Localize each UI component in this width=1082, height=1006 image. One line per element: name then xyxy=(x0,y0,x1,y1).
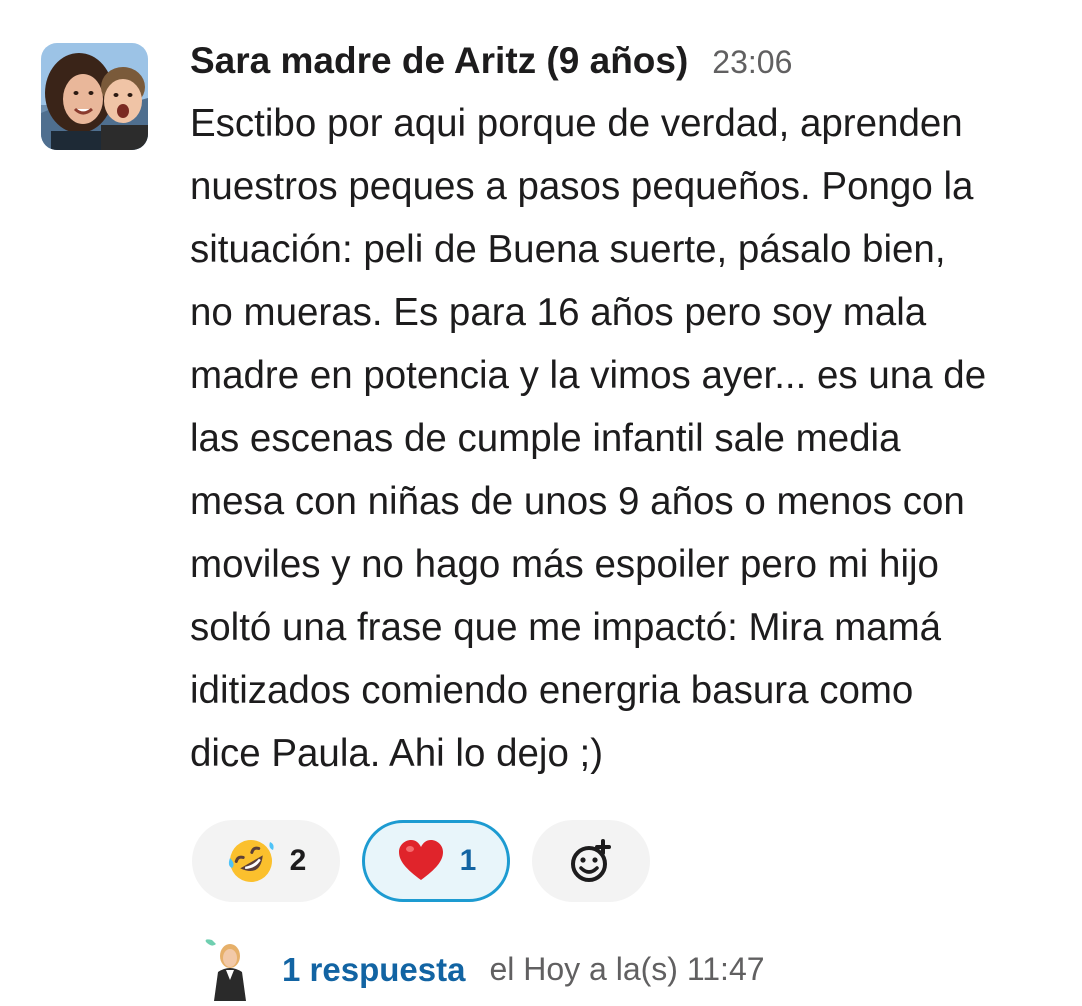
last-reply-time: el Hoy a la(s) 11:47 xyxy=(489,951,765,987)
message-line: las escenas de cumple infantil sale medi… xyxy=(190,417,901,460)
message-line: iditizados comiendo energria basura como xyxy=(190,669,914,712)
message-line: Esctibo por aqui porque de verdad, apren… xyxy=(190,102,963,145)
reply-count-link[interactable]: 1 respuesta xyxy=(282,951,465,989)
reactions-bar: 2 1 xyxy=(192,820,650,902)
thread-summary[interactable]: 1 respuesta el Hoy a la(s) 11:47 xyxy=(200,938,765,1001)
reply-avatar xyxy=(200,938,256,1001)
message-line: no mueras. Es para 16 años pero soy mala xyxy=(190,291,927,334)
reaction-rofl[interactable]: 2 xyxy=(192,820,340,902)
author-name[interactable]: Sara madre de Aritz (9 años) xyxy=(190,40,688,82)
message-line: soltó una frase que me impactó: Mira mam… xyxy=(190,606,942,649)
message: Sara madre de Aritz (9 años) 23:06 Escti… xyxy=(0,0,1082,1001)
message-line: nuestros peques a pasos pequeños. Pongo … xyxy=(190,165,974,208)
add-reaction-icon xyxy=(566,836,616,886)
message-line: moviles y no hago más espoiler pero mi h… xyxy=(190,543,939,586)
message-line: mesa con niñas de unos 9 años o menos co… xyxy=(190,480,965,523)
avatar-photo xyxy=(41,43,148,150)
rolling-on-floor-laughing-icon xyxy=(226,836,276,886)
message-header: Sara madre de Aritz (9 años) 23:06 xyxy=(190,40,792,90)
reaction-count: 2 xyxy=(289,844,307,877)
message-line: situación: peli de Buena suerte, pásalo … xyxy=(190,228,946,271)
message-line: madre en potencia y la vimos ayer... es … xyxy=(190,354,987,397)
message-timestamp[interactable]: 23:06 xyxy=(712,44,792,81)
author-avatar[interactable] xyxy=(41,43,148,150)
message-body: Esctibo por aqui porque de verdad, apren… xyxy=(190,92,1050,785)
message-line: dice Paula. Ahi lo dejo ;) xyxy=(190,732,604,775)
add-reaction-button[interactable] xyxy=(532,820,650,902)
red-heart-icon xyxy=(396,836,446,886)
reaction-count: 1 xyxy=(459,844,477,877)
reaction-heart[interactable]: 1 xyxy=(362,820,510,902)
